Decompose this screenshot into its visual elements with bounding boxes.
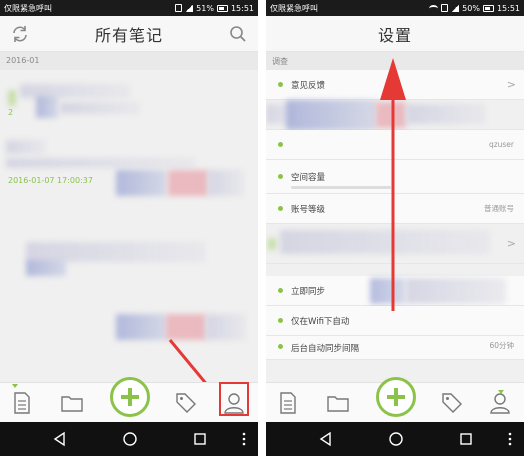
bullet-dot: [278, 344, 283, 349]
folder-icon[interactable]: [324, 389, 352, 417]
folder-icon[interactable]: [58, 389, 86, 417]
battery-icon: [482, 4, 494, 12]
carrier-text: 仅限紧急呼叫: [4, 3, 52, 13]
carrier-text: 仅限紧急呼叫: [270, 3, 318, 13]
scroll-up-arrow: [380, 58, 406, 311]
status-time: 15:51: [230, 3, 254, 13]
add-icon[interactable]: [376, 377, 416, 417]
home-icon[interactable]: [122, 431, 138, 447]
account-level-value: 普通账号: [484, 204, 514, 213]
tag-icon[interactable]: [172, 389, 200, 417]
system-nav-bar: [266, 422, 524, 456]
row-label: 后台自动同步间隔: [291, 344, 360, 354]
page-title: 设置: [377, 25, 412, 45]
wifi-icon: [429, 4, 439, 12]
add-icon[interactable]: [110, 377, 150, 417]
row-label: 账号等级: [291, 204, 326, 215]
search-icon[interactable]: [228, 24, 248, 44]
note-date: 2016-01-07 17:00:37: [8, 176, 93, 185]
page-title: 所有笔记: [94, 25, 163, 45]
app-bar: 所有笔记: [0, 16, 258, 52]
row-label: 立即同步: [291, 286, 326, 297]
chevron-right-icon: >: [506, 78, 516, 91]
storage-progress: [291, 186, 391, 189]
menu-dots-icon[interactable]: [236, 431, 252, 447]
sim-icon: [441, 4, 449, 12]
recents-icon[interactable]: [458, 431, 474, 447]
system-nav-bar: [0, 422, 258, 456]
highlight-box: [219, 382, 249, 416]
menu-dots-icon[interactable]: [502, 431, 518, 447]
right-phone-screen: 仅限紧急呼叫 50% 15:51 设置 调查 意见反馈 > qzuser 空间容…: [266, 0, 524, 456]
screenshot-divider: [258, 0, 266, 456]
sim-icon: [175, 4, 183, 12]
notes-icon[interactable]: [8, 389, 36, 417]
app-bar: 设置: [266, 16, 524, 52]
status-bar: 仅限紧急呼叫 51% 15:51: [0, 0, 258, 16]
username-value: qzuser: [488, 140, 514, 149]
bullet-dot: [278, 206, 283, 211]
bullet-dot: [278, 82, 283, 87]
battery-percent: 50%: [462, 3, 480, 13]
note-date: 2: [8, 108, 14, 117]
sync-icon[interactable]: [10, 24, 30, 44]
row-label: 意见反馈: [291, 80, 326, 91]
bullet-dot: [278, 174, 283, 179]
home-icon[interactable]: [388, 431, 404, 447]
back-icon[interactable]: [318, 431, 334, 447]
chevron-right-icon: >: [506, 237, 516, 250]
recents-icon[interactable]: [192, 431, 208, 447]
signal-icon: [185, 4, 194, 12]
left-phone-screen: 仅限紧急呼叫 51% 15:51 所有笔记 2016-01 2 2016-01-…: [0, 0, 258, 456]
bottom-tab-bar: [266, 377, 524, 422]
back-icon[interactable]: [52, 431, 68, 447]
battery-percent: 51%: [196, 3, 214, 13]
bullet-dot: [278, 288, 283, 293]
active-tab-marker: [12, 384, 18, 388]
sync-interval-value: 60分钟: [489, 341, 514, 350]
note-item[interactable]: [6, 242, 252, 282]
notes-icon[interactable]: [274, 389, 302, 417]
note-item[interactable]: 2016-01-07 17:00:37: [6, 140, 252, 196]
row-label: 空间容量: [291, 172, 326, 183]
note-item[interactable]: 2: [6, 82, 252, 122]
month-header: 2016-01: [0, 52, 258, 70]
status-time: 15:51: [496, 3, 520, 13]
bullet-dot: [278, 142, 283, 147]
status-bar: 仅限紧急呼叫 50% 15:51: [266, 0, 524, 16]
user-icon[interactable]: [486, 389, 514, 417]
sync-interval-row[interactable]: 后台自动同步间隔 60分钟: [266, 336, 524, 360]
active-tab-marker: [498, 390, 504, 394]
row-label: 仅在Wifi下自动: [291, 316, 350, 327]
signal-icon: [451, 4, 460, 12]
tag-icon[interactable]: [438, 389, 466, 417]
battery-icon: [216, 4, 228, 12]
bullet-dot: [278, 318, 283, 323]
